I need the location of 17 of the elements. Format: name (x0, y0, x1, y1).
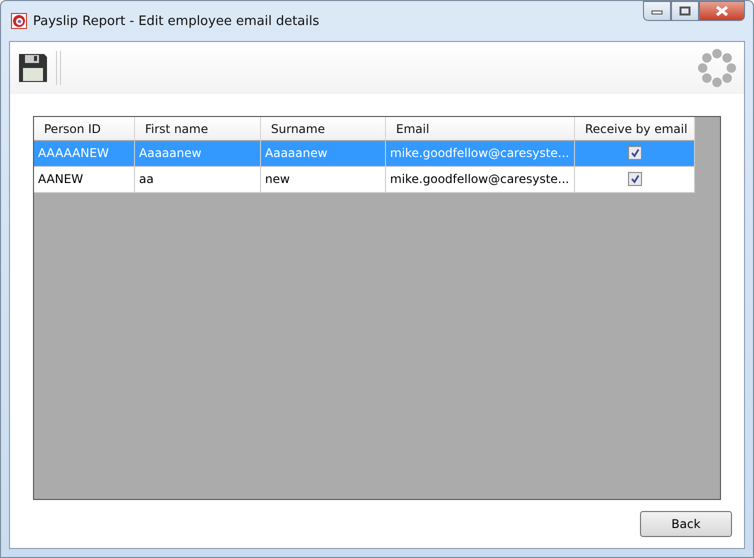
window-title: Payslip Report - Edit employee email details (33, 14, 320, 28)
table-cell: AANEW (34, 167, 135, 193)
maximize-icon (679, 6, 691, 16)
loading-spinner-icon (696, 47, 738, 89)
close-icon (715, 6, 729, 16)
maximize-button[interactable] (671, 1, 699, 21)
save-button[interactable] (18, 53, 48, 83)
checkbox[interactable] (628, 146, 642, 160)
checkbox[interactable] (628, 172, 642, 186)
minimize-button[interactable] (643, 1, 671, 21)
close-button[interactable] (699, 1, 745, 21)
app-logo-icon (11, 13, 27, 29)
table-cell: mike.goodfellow@caresyste... (386, 167, 575, 193)
back-button[interactable]: Back (640, 511, 732, 537)
table-cell: new (261, 167, 386, 193)
table-row[interactable]: AANEW aa new mike.goodfellow@caresyste... (34, 167, 695, 193)
table-cell: aa (135, 167, 261, 193)
